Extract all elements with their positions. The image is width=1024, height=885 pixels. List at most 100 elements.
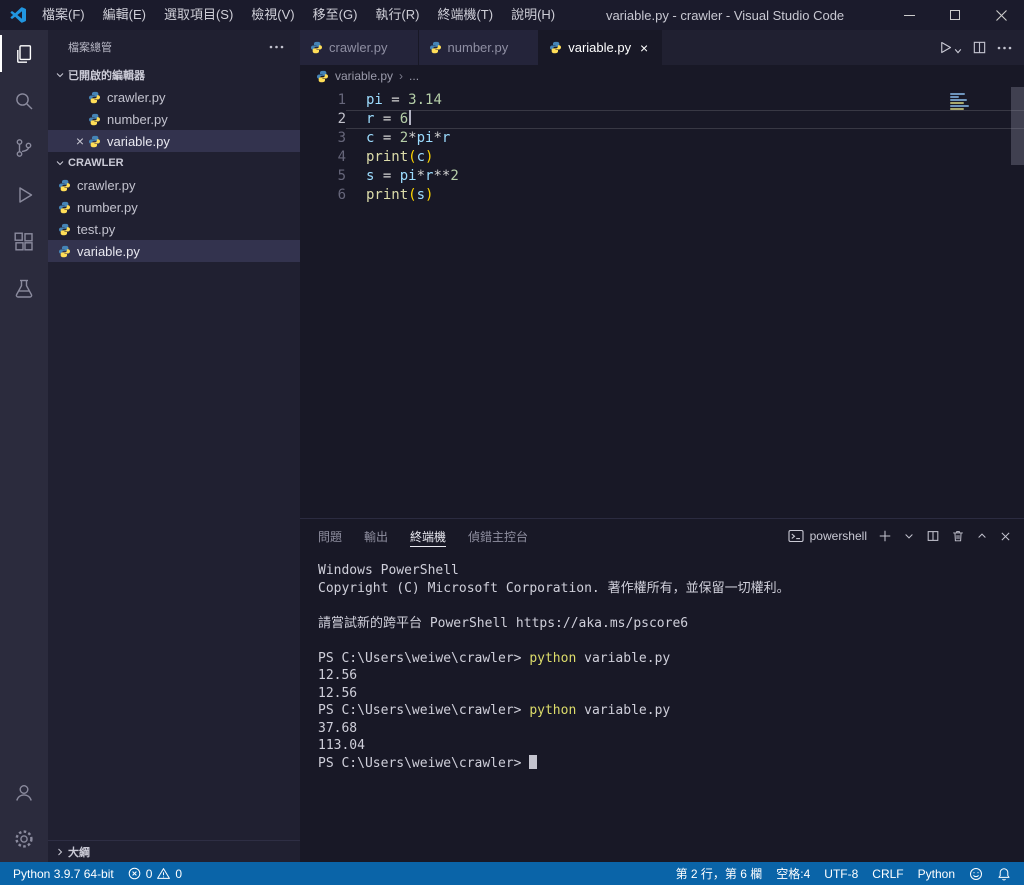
menu-terminal[interactable]: 終端機(T) [428,0,502,30]
activity-run-debug[interactable] [0,171,48,218]
terminal-line: 請嘗試新的跨平台 PowerShell https://aka.ms/pscor… [318,615,689,631]
close-icon[interactable]: × [635,39,653,57]
code-line-3[interactable]: 3 c = 2*pi*r [300,129,1024,148]
section-folder-crawler[interactable]: CRAWLER [48,152,300,174]
split-terminal-button[interactable] [926,529,940,543]
python-file-icon [316,70,329,82]
code-editor[interactable]: 1 pi = 3.14 2 r = 63 c = 2*pi*r 4 print(c) 5 s =… [300,87,1024,518]
file-item-test.py[interactable]: test.py [48,218,300,240]
terminal-line: 12.56 [318,668,358,683]
breadcrumb-file[interactable]: variable.py [335,69,393,83]
python-file-icon [88,135,101,147]
problems-status[interactable]: 0 0 [121,862,189,885]
encoding-label: UTF-8 [824,866,859,881]
tab-number.py[interactable]: number.py [418,30,540,65]
section-outline[interactable]: 大綱 [48,840,300,862]
line-number: 4 [337,149,346,165]
tab-variable.py[interactable]: variable.py × [539,30,663,65]
terminal-shell-selector[interactable]: powershell [788,528,867,544]
trash-icon [953,531,963,542]
menu-view[interactable]: 檢視(V) [242,0,303,30]
search-icon [16,92,33,109]
workbench: 檔案總管 已開啟的編輯器 crawler.py number.py × varia… [0,30,1024,862]
code-lines: 1 pi = 3.14 2 r = 63 c = 2*pi*r 4 print(c) 5 s =… [300,91,1024,205]
menu-edit[interactable]: 編輯(E) [94,0,155,30]
code-line-6[interactable]: 6 print(s) [300,186,1024,205]
indentation-status[interactable]: 空格:4 [769,862,817,885]
breadcrumb[interactable]: variable.py › ... [300,65,1024,87]
editor-scrollbar[interactable] [1011,87,1024,165]
panel-tab-debug-console[interactable]: 偵錯主控台 [468,519,528,553]
file-item-variable.py[interactable]: × variable.py [48,130,300,152]
python-version-label: Python 3.9.7 64-bit [13,866,114,881]
terminal-dropdown-button[interactable] [903,530,915,542]
maximize-panel-button[interactable] [976,530,988,542]
minimap-line [950,102,964,104]
file-name: number.py [77,199,138,215]
file-item-crawler.py[interactable]: crawler.py [48,174,300,196]
section-open-editors[interactable]: 已開啟的編輯器 [48,64,300,86]
python-interpreter-status[interactable]: Python 3.9.7 64-bit [6,862,121,885]
panel-tab-terminal[interactable]: 終端機 [410,519,447,553]
code-line-1[interactable]: 1 pi = 3.14 [300,91,1024,110]
activity-extensions[interactable] [0,218,48,265]
code-line-2[interactable]: 2r = 6 [300,110,1024,129]
play-icon [941,41,952,54]
eol-status[interactable]: CRLF [865,862,910,885]
minimize-button[interactable] [886,0,932,30]
file-item-number.py[interactable]: number.py [48,108,300,130]
terminal-output[interactable]: Windows PowerShell Copyright (C) Microsof… [300,553,1024,862]
activity-account[interactable] [0,768,48,815]
breadcrumb-more[interactable]: ... [409,69,419,83]
python-file-icon [550,41,562,54]
run-python-file-button[interactable] [938,40,962,55]
close-button[interactable] [978,0,1024,30]
activity-settings[interactable] [0,815,48,862]
cursor-position-status[interactable]: 第 2 行，第 6 欄 [669,862,770,885]
more-icon [997,46,1012,49]
terminal-line: Windows PowerShell [318,563,459,578]
terminal-line: Copyright (C) Microsoft Corporation. 著作權… [318,580,790,596]
cursor-position-label: 第 2 行，第 6 欄 [675,867,763,881]
menu-run[interactable]: 執行(R) [366,0,428,30]
menu-go[interactable]: 移至(G) [304,0,367,30]
encoding-status[interactable]: UTF-8 [817,862,865,885]
menu-help[interactable]: 說明(H) [502,0,564,30]
testing-flask-icon [15,279,33,298]
menu-file[interactable]: 檔案(F) [33,0,94,30]
activity-source-control[interactable] [0,124,48,171]
kill-terminal-button[interactable] [951,529,965,543]
code-line-4[interactable]: 4 print(c) [300,148,1024,167]
close-panel-button[interactable] [999,530,1012,543]
activity-explorer[interactable] [0,30,48,77]
panel-tab-problems[interactable]: 問題 [318,519,342,553]
maximize-icon [950,10,960,20]
warning-count: 0 [175,866,183,881]
chevron-right-icon: › [399,69,404,83]
menu-selection[interactable]: 選取項目(S) [155,0,242,30]
folder-files-list: crawler.py number.py test.py variable.py [48,174,300,262]
tab-crawler.py[interactable]: crawler.py [300,30,419,65]
minimap[interactable] [950,93,1008,111]
notifications-button[interactable] [990,862,1018,885]
explorer-more-actions-button[interactable] [269,45,284,49]
file-item-number.py[interactable]: number.py [48,196,300,218]
code-line-5[interactable]: 5 s = pi*r**2 [300,167,1024,186]
feedback-button[interactable] [962,862,990,885]
split-editor-button[interactable] [972,40,987,55]
activity-testing[interactable] [0,265,48,312]
maximize-button[interactable] [932,0,978,30]
language-mode-status[interactable]: Python [911,862,962,885]
activity-search[interactable] [0,77,48,124]
file-item-variable.py[interactable]: variable.py [48,240,300,262]
shell-label: powershell [809,529,867,543]
error-count: 0 [145,866,153,881]
close-icon[interactable]: × [72,133,88,149]
editor-more-actions-button[interactable] [997,46,1012,50]
panel-tab-output[interactable]: 輸出 [364,519,388,553]
file-item-crawler.py[interactable]: crawler.py [48,86,300,108]
new-terminal-button[interactable] [878,529,892,543]
